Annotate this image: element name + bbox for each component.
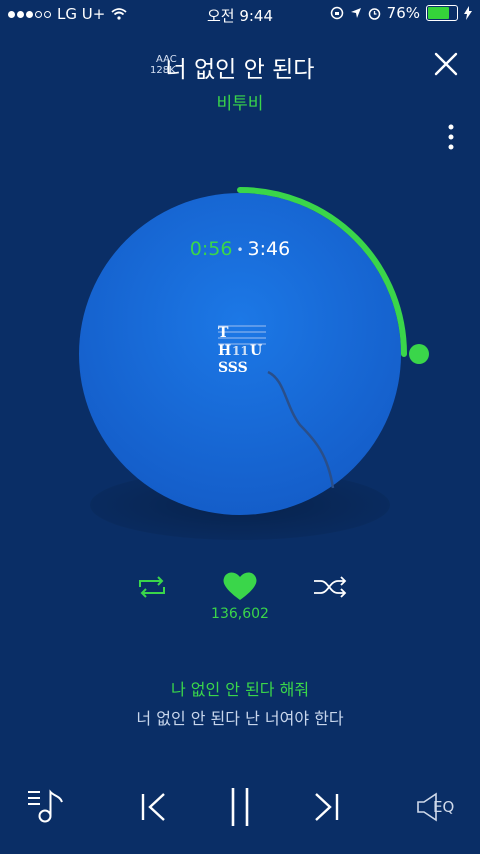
next-icon[interactable] [312, 792, 340, 822]
close-icon[interactable] [434, 52, 458, 76]
artist-name[interactable]: 비투비 [0, 89, 480, 114]
status-bar: LG U+ 오전 9:44 76% [0, 0, 480, 28]
like-count: 136,602 [211, 606, 269, 622]
pause-icon[interactable] [228, 786, 252, 828]
svg-text:U: U [250, 343, 262, 359]
shuffle-icon[interactable] [312, 575, 348, 599]
battery-fill [428, 7, 450, 19]
elapsed-time: 0:56 [189, 238, 233, 260]
more-vertical-icon[interactable] [448, 124, 454, 150]
svg-text:T: T [218, 325, 229, 341]
eq-label[interactable]: EQ [433, 798, 454, 816]
alarm-icon [368, 7, 380, 20]
repeat-icon[interactable] [136, 575, 168, 599]
charging-icon [464, 6, 472, 20]
time-display: 0:56 • 3:46 [0, 238, 480, 260]
battery-icon [426, 5, 458, 21]
lyric-next[interactable]: 너 없인 안 된다 난 너여야 한다 [0, 705, 480, 729]
previous-icon[interactable] [140, 792, 168, 822]
heart-icon[interactable] [222, 570, 258, 602]
status-right: 76% [330, 4, 472, 22]
progress-knob[interactable] [409, 344, 429, 364]
location-icon [350, 8, 361, 18]
battery-percent: 76% [386, 4, 420, 22]
time-separator: • [236, 242, 244, 257]
playlist-icon[interactable] [26, 786, 66, 826]
artist-logo: T H 11 U SSS [218, 325, 266, 376]
lyric-current[interactable]: 나 없인 안 된다 해줘 [0, 676, 480, 700]
song-title: 너 없인 안 된다 [165, 57, 315, 83]
svg-text:SSS: SSS [218, 360, 248, 376]
total-time: 3:46 [247, 238, 291, 260]
svg-text:H: H [218, 343, 231, 359]
svg-text:11: 11 [232, 344, 249, 358]
lock-rotation-icon [330, 6, 343, 20]
